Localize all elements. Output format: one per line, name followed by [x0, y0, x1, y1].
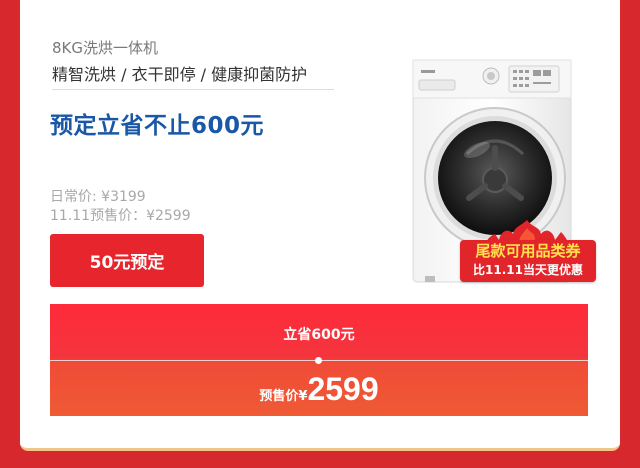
- daily-price: 日常价: ¥3199: [50, 189, 146, 205]
- presale-label: 预售价: [259, 389, 299, 404]
- badge-line1: 尾款可用品类券: [475, 242, 581, 260]
- coupon-badge-box: 尾款可用品类券 比11.11当天更优惠: [460, 240, 596, 282]
- coupon-badge: 尾款可用品类券 比11.11当天更优惠: [457, 218, 597, 286]
- reserve-button[interactable]: 50元预定: [50, 234, 204, 287]
- presale-price-text: 11.11预售价：¥2599: [50, 208, 191, 224]
- presale-price-display: 预售价¥2599: [50, 371, 588, 408]
- price-panel[interactable]: 立省600元 预售价¥2599: [50, 304, 588, 416]
- presale-value: 2599: [307, 371, 379, 407]
- divider: [52, 89, 334, 90]
- divider-dot: [315, 357, 322, 364]
- badge-line2: 比11.11当天更优惠: [473, 263, 583, 277]
- product-subtitle: 8KG洗烘一体机: [52, 39, 159, 57]
- savings-amount: 立省600元: [283, 327, 355, 343]
- savings-headline: 预定立省不止600元: [50, 113, 265, 139]
- product-features: 精智洗烘 / 衣干即停 / 健康抑菌防护: [52, 65, 308, 84]
